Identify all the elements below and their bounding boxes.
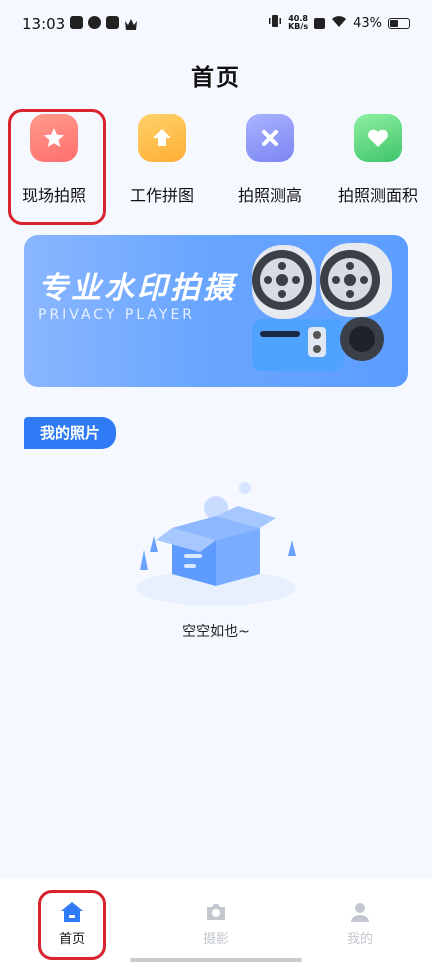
empty-state-text: 空空如也~ (182, 624, 250, 640)
status-right-icons: 40.8 KB/s 43% (268, 14, 410, 32)
battery-icon (388, 17, 410, 29)
status-notification-icons (70, 16, 138, 30)
wifi-icon (331, 15, 347, 32)
film-projector-illustration (224, 235, 400, 387)
banner-title: 专业水印拍摄 (38, 271, 236, 306)
media-app-icon (70, 16, 83, 29)
tab-photography[interactable]: 摄影 (144, 878, 288, 947)
quick-entry-label: 拍照测高 (237, 186, 302, 205)
sim-off-icon (314, 17, 326, 29)
banner-subtitle: PRIVACY PLAYER (38, 307, 196, 323)
quick-entry-measure-area[interactable]: 拍照测面积 (324, 112, 432, 206)
tab-label: 我的 (346, 932, 373, 947)
net-speed-unit: KB/s (288, 22, 309, 31)
page-title: 首页 (191, 65, 241, 91)
heart-icon (354, 114, 402, 162)
status-bar: 13:03 40.8 KB/s 43% (0, 0, 432, 48)
highlight-box-home-tab (38, 890, 106, 960)
battery-percent: 43% (353, 15, 382, 31)
quick-entry-work-collage[interactable]: 工作拼图 (108, 112, 216, 206)
measure-icon (246, 114, 294, 162)
sync-app-icon (88, 16, 101, 29)
vibrate-icon (268, 14, 282, 32)
camera-icon (204, 900, 228, 924)
highlight-box-onsite-photo (8, 109, 106, 225)
network-speed: 40.8 KB/s (288, 15, 308, 31)
user-icon (348, 900, 372, 924)
tab-mine[interactable]: 我的 (288, 878, 432, 947)
quick-entry-label: 拍照测面积 (337, 186, 418, 205)
quick-entry-label: 工作拼图 (129, 186, 194, 205)
my-photos-section-title: 我的照片 (24, 417, 117, 449)
message-app-icon (106, 16, 119, 29)
upload-icon (138, 114, 186, 162)
status-time: 13:03 (22, 15, 66, 33)
tab-label: 摄影 (202, 932, 229, 947)
crown-icon (124, 16, 138, 30)
quick-entry-measure-height[interactable]: 拍照测高 (216, 112, 324, 206)
empty-box-illustration (126, 478, 306, 612)
home-indicator (130, 958, 302, 962)
promo-banner[interactable]: 专业水印拍摄 PRIVACY PLAYER (24, 235, 408, 387)
